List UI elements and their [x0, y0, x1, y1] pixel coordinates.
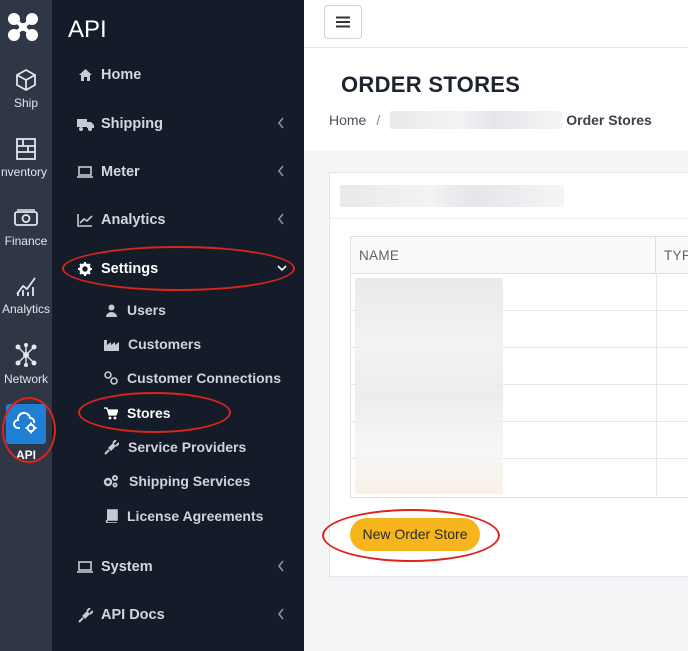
rail-item-network[interactable]: Network: [0, 342, 52, 386]
submenu-item-label: Users: [127, 302, 166, 318]
menu-toggle-button[interactable]: [324, 5, 362, 39]
breadcrumb-redacted: [390, 111, 563, 129]
menu-item-label: Settings: [101, 261, 159, 277]
submenu-item-stores[interactable]: Stores: [52, 400, 304, 426]
menu-item-settings[interactable]: Settings: [52, 254, 304, 284]
submenu-item-label: Customers: [128, 336, 202, 352]
side-menu: API Home Shipping Meter Analytics Settin…: [52, 0, 304, 651]
rail-item-analytics[interactable]: Analytics: [0, 274, 52, 316]
rail-label: nventory: [0, 165, 48, 179]
card-header-redacted: [340, 185, 564, 207]
page-title: ORDER STORES: [341, 72, 521, 97]
menu-item-system[interactable]: System: [52, 552, 304, 582]
rail-item-finance[interactable]: Finance: [0, 206, 52, 248]
home-icon: [76, 66, 94, 84]
money-icon: [14, 209, 38, 226]
rail-item-api[interactable]: API: [0, 404, 52, 462]
table-redacted-names: [355, 278, 503, 494]
app-icon-rail: Ship nventory Finance Analytics Network …: [0, 0, 52, 651]
new-order-store-button[interactable]: New Order Store: [350, 518, 480, 551]
rail-label: API: [15, 448, 36, 462]
submenu-item-license-agreements[interactable]: License Agreements: [52, 503, 304, 529]
menu-item-label: Shipping: [101, 116, 164, 132]
submenu-item-label: License Agreements: [127, 508, 264, 524]
chevron-left-icon: [277, 165, 284, 177]
chevron-left-icon: [277, 117, 284, 129]
truck-icon: [76, 115, 94, 133]
menu-item-label: Meter: [101, 164, 140, 180]
menu-item-label: Home: [101, 67, 142, 83]
rail-item-ship[interactable]: Ship: [0, 68, 52, 110]
card-header: [330, 173, 688, 219]
menu-title: API: [68, 16, 107, 43]
factory-icon: [103, 336, 119, 352]
submenu-item-label: Shipping Services: [129, 473, 251, 489]
page-header: ORDER STORES Home / Order Stores: [304, 48, 688, 150]
menu-item-label: Analytics: [101, 212, 166, 228]
order-stores-card: NAME TYP: [329, 172, 688, 577]
column-header-name[interactable]: NAME: [351, 237, 656, 274]
hamburger-icon: [336, 16, 350, 28]
cloud-gear-icon: [13, 411, 37, 434]
rail-item-inventory[interactable]: nventory: [0, 137, 52, 179]
submenu-item-service-providers[interactable]: Service Providers: [52, 434, 304, 460]
order-stores-table: NAME TYP: [350, 236, 688, 498]
laptop-icon: [76, 558, 94, 576]
book-icon: [103, 508, 119, 524]
submenu-item-shipping-services[interactable]: Shipping Services: [52, 468, 304, 494]
menu-item-meter[interactable]: Meter: [52, 157, 304, 187]
submenu-item-label: Service Providers: [128, 439, 247, 455]
chevron-left-icon: [277, 608, 284, 620]
submenu-item-customer-connections[interactable]: Customer Connections: [52, 365, 304, 391]
plug-icon: [103, 439, 119, 455]
menu-item-label: API Docs: [101, 607, 165, 623]
rail-active-tile: [6, 404, 46, 444]
breadcrumb-home[interactable]: Home: [329, 112, 366, 128]
chart-icon: [16, 277, 36, 296]
gear-icon: [76, 260, 94, 278]
column-header-type[interactable]: TYP: [656, 237, 688, 274]
user-icon: [103, 302, 119, 318]
submenu-item-label: Stores: [127, 405, 171, 421]
breadcrumb-current: Order Stores: [566, 112, 652, 128]
chevron-left-icon: [277, 213, 284, 225]
rail-label: Analytics: [1, 302, 51, 316]
cart-icon: [103, 405, 119, 421]
chevron-down-icon: [277, 265, 287, 272]
breadcrumb-separator: /: [376, 112, 381, 128]
network-icon: [15, 343, 37, 367]
submenu-item-label: Customer Connections: [127, 370, 282, 386]
menu-item-shipping[interactable]: Shipping: [52, 109, 304, 139]
rail-label: Finance: [4, 234, 48, 248]
chevron-left-icon: [277, 560, 284, 572]
top-bar: [304, 0, 688, 48]
menu-item-home[interactable]: Home: [52, 60, 304, 90]
line-chart-icon: [76, 211, 94, 229]
box-icon: [16, 68, 36, 92]
rail-label: Network: [3, 372, 48, 386]
laptop-icon: [76, 163, 94, 181]
shelves-icon: [16, 138, 36, 160]
menu-item-api-docs[interactable]: API Docs: [52, 600, 304, 630]
submenu-item-users[interactable]: Users: [52, 297, 304, 323]
menu-item-analytics[interactable]: Analytics: [52, 205, 304, 235]
rail-label: Ship: [13, 96, 39, 110]
cogs-icon: [103, 473, 119, 489]
link-icon: [103, 370, 119, 386]
plug-icon: [76, 606, 94, 624]
submenu-item-customers[interactable]: Customers: [52, 331, 304, 357]
app-logo-icon[interactable]: [6, 10, 40, 44]
breadcrumb: Home / Order Stores: [329, 111, 652, 129]
menu-item-label: System: [101, 559, 153, 575]
